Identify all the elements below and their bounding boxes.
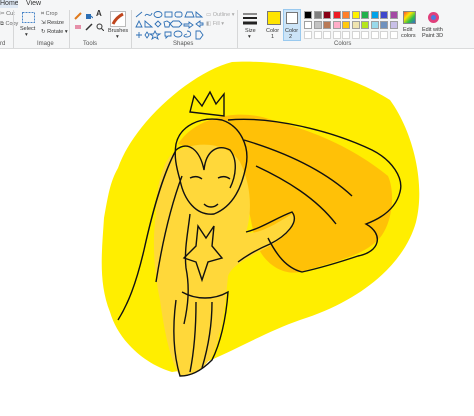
chevron-down-icon: ▾ — [248, 34, 251, 40]
divider — [237, 10, 238, 48]
color1-number: 1 — [271, 34, 275, 40]
fill-button[interactable]: ◧ Fill ▾ — [206, 21, 224, 28]
shapes-gallery[interactable] — [134, 10, 204, 40]
text-tool-icon[interactable]: A — [96, 10, 102, 18]
color2-swatch — [286, 12, 298, 24]
rainbow-palette-icon — [403, 11, 416, 24]
line-size-icon — [243, 13, 257, 25]
custom-color-swatch[interactable] — [380, 31, 388, 39]
palette-swatch[interactable] — [389, 11, 398, 19]
outline-button[interactable]: ▭ Outline ▾ — [206, 12, 234, 19]
palette-swatch[interactable] — [351, 11, 360, 19]
palette-swatch[interactable] — [361, 21, 369, 29]
palette-swatch[interactable] — [342, 21, 350, 29]
palette-swatch[interactable] — [332, 11, 341, 19]
palette-swatch[interactable] — [342, 11, 350, 19]
rotate-button[interactable]: ↻ Rotate ▾ — [41, 29, 68, 36]
custom-color-swatch[interactable] — [323, 31, 331, 39]
crop-button[interactable]: ⌗ Crop — [41, 11, 58, 18]
palette-swatch[interactable] — [313, 21, 322, 29]
colors-group-label: Colors — [334, 41, 352, 47]
resize-button[interactable]: ⇲ Resize — [41, 20, 64, 27]
palette-swatch[interactable] — [370, 21, 379, 29]
drawing-canvas[interactable] — [0, 49, 474, 416]
copy-button[interactable]: ⧉ Copy — [0, 21, 18, 28]
fill-bucket-icon[interactable] — [85, 12, 93, 20]
palette-swatch[interactable] — [380, 21, 388, 29]
tab-home[interactable]: Home — [0, 0, 18, 8]
custom-color-swatch[interactable] — [351, 31, 360, 39]
divider — [13, 10, 14, 48]
copy-label: Copy — [5, 21, 19, 27]
outline-label: Outline — [212, 12, 231, 18]
palette-swatch[interactable] — [304, 11, 312, 19]
palette-swatch[interactable] — [361, 11, 369, 19]
ribbon-tabs: Home View — [0, 0, 474, 8]
color-picker-icon[interactable] — [85, 23, 93, 31]
palette-swatch[interactable] — [323, 21, 331, 29]
fill-label: Fill — [212, 21, 220, 27]
paint3d-icon — [428, 12, 439, 23]
brush-icon — [110, 11, 126, 27]
crop-label: Crop — [45, 11, 58, 17]
palette-swatch[interactable] — [370, 11, 379, 19]
divider — [69, 10, 70, 48]
custom-color-swatch[interactable] — [313, 31, 322, 39]
resize-label: Resize — [47, 20, 64, 26]
magnifier-icon[interactable] — [96, 23, 104, 31]
custom-color-swatch[interactable] — [304, 31, 312, 39]
palette-swatch[interactable] — [351, 21, 360, 29]
palette-swatch[interactable] — [389, 21, 398, 29]
palette-swatch[interactable] — [323, 11, 331, 19]
image-group-label: Image — [37, 41, 54, 47]
canvas-workspace[interactable] — [0, 49, 474, 416]
paint3d-label2: Paint 3D — [422, 33, 444, 39]
custom-color-swatch[interactable] — [342, 31, 350, 39]
custom-color-swatch[interactable] — [361, 31, 369, 39]
color2-button[interactable]: Color 2 — [283, 9, 301, 41]
palette-swatch[interactable] — [304, 21, 312, 29]
chevron-down-icon: ▾ — [25, 32, 28, 38]
custom-color-swatch[interactable] — [370, 31, 379, 39]
chevron-down-icon: ▾ — [116, 34, 119, 40]
rotate-label: Rotate — [47, 29, 64, 35]
pencil-icon[interactable] — [74, 12, 82, 20]
color1-swatch — [267, 11, 281, 25]
palette-swatch[interactable] — [380, 11, 388, 19]
custom-color-swatch[interactable] — [332, 31, 341, 39]
edit-colors-label2: colors — [401, 33, 416, 39]
palette-swatch[interactable] — [313, 11, 322, 19]
color2-number: 2 — [289, 34, 293, 40]
eraser-icon[interactable] — [74, 23, 82, 31]
custom-color-swatch[interactable] — [389, 31, 398, 39]
tab-view[interactable]: View — [26, 0, 41, 8]
divider — [131, 10, 132, 48]
ribbon: ✂ Cut ⧉ Copy rd Select ▾ ⌗ Crop ⇲ Resize… — [0, 8, 474, 49]
palette-swatch[interactable] — [332, 21, 341, 29]
shapes-group-label: Shapes — [173, 41, 194, 47]
clipboard-group-label: rd — [0, 41, 6, 47]
tools-group-label: Tools — [83, 41, 98, 47]
select-icon — [22, 12, 35, 23]
